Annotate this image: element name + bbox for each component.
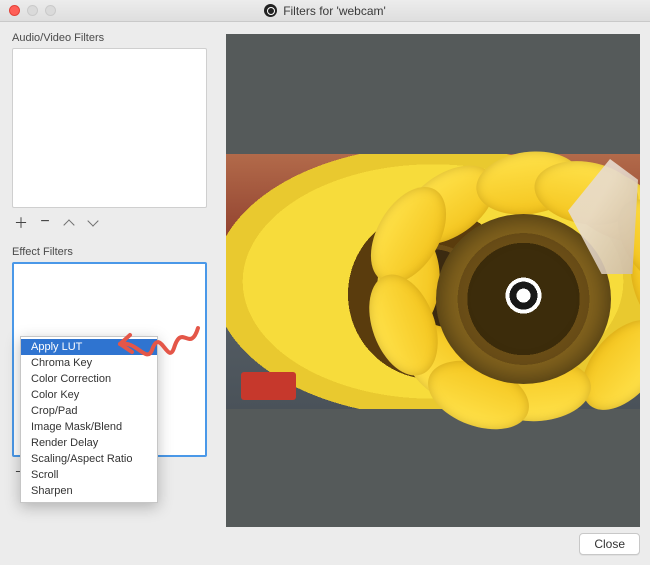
audio-video-filters-label: Audio/Video Filters <box>12 32 212 44</box>
menu-item-color-key[interactable]: Color Key <box>21 387 157 403</box>
audio-video-filters-list[interactable] <box>12 48 207 208</box>
titlebar: Filters for 'webcam' <box>0 0 650 22</box>
window-title-text: Filters for 'webcam' <box>283 4 386 18</box>
close-button[interactable]: Close <box>579 533 640 555</box>
left-panel: Audio/Video Filters Effect Filters Apply… <box>0 22 220 565</box>
menu-item-sharpen[interactable]: Sharpen <box>21 483 157 499</box>
zoom-window-button[interactable] <box>45 5 56 16</box>
move-av-filter-down-button[interactable] <box>86 216 100 233</box>
preview-area <box>226 34 640 527</box>
minimize-window-button[interactable] <box>27 5 38 16</box>
effect-filters-label: Effect Filters <box>12 246 212 258</box>
audio-video-toolbar <box>12 208 212 246</box>
add-effect-filter-menu[interactable]: Apply LUT Chroma Key Color Correction Co… <box>20 336 158 503</box>
add-av-filter-button[interactable] <box>14 214 28 234</box>
menu-item-scaling-aspect[interactable]: Scaling/Aspect Ratio <box>21 451 157 467</box>
remove-av-filter-button[interactable] <box>38 215 52 233</box>
menu-item-chroma-key[interactable]: Chroma Key <box>21 355 157 371</box>
window-controls <box>0 5 56 16</box>
menu-item-render-delay[interactable]: Render Delay <box>21 435 157 451</box>
decoration <box>241 372 296 400</box>
close-window-button[interactable] <box>9 5 20 16</box>
menu-item-scroll[interactable]: Scroll <box>21 467 157 483</box>
footer: Close <box>226 527 640 555</box>
right-panel: Close <box>220 22 650 565</box>
move-av-filter-up-button[interactable] <box>62 216 76 233</box>
effect-filters-list[interactable]: Apply LUT Chroma Key Color Correction Co… <box>12 262 207 457</box>
app-icon <box>264 4 277 17</box>
menu-item-crop-pad[interactable]: Crop/Pad <box>21 403 157 419</box>
menu-item-image-mask-blend[interactable]: Image Mask/Blend <box>21 419 157 435</box>
window-title: Filters for 'webcam' <box>0 4 650 18</box>
menu-item-color-correction[interactable]: Color Correction <box>21 371 157 387</box>
content: Audio/Video Filters Effect Filters Apply… <box>0 22 650 565</box>
menu-item-apply-lut[interactable]: Apply LUT <box>21 339 157 355</box>
